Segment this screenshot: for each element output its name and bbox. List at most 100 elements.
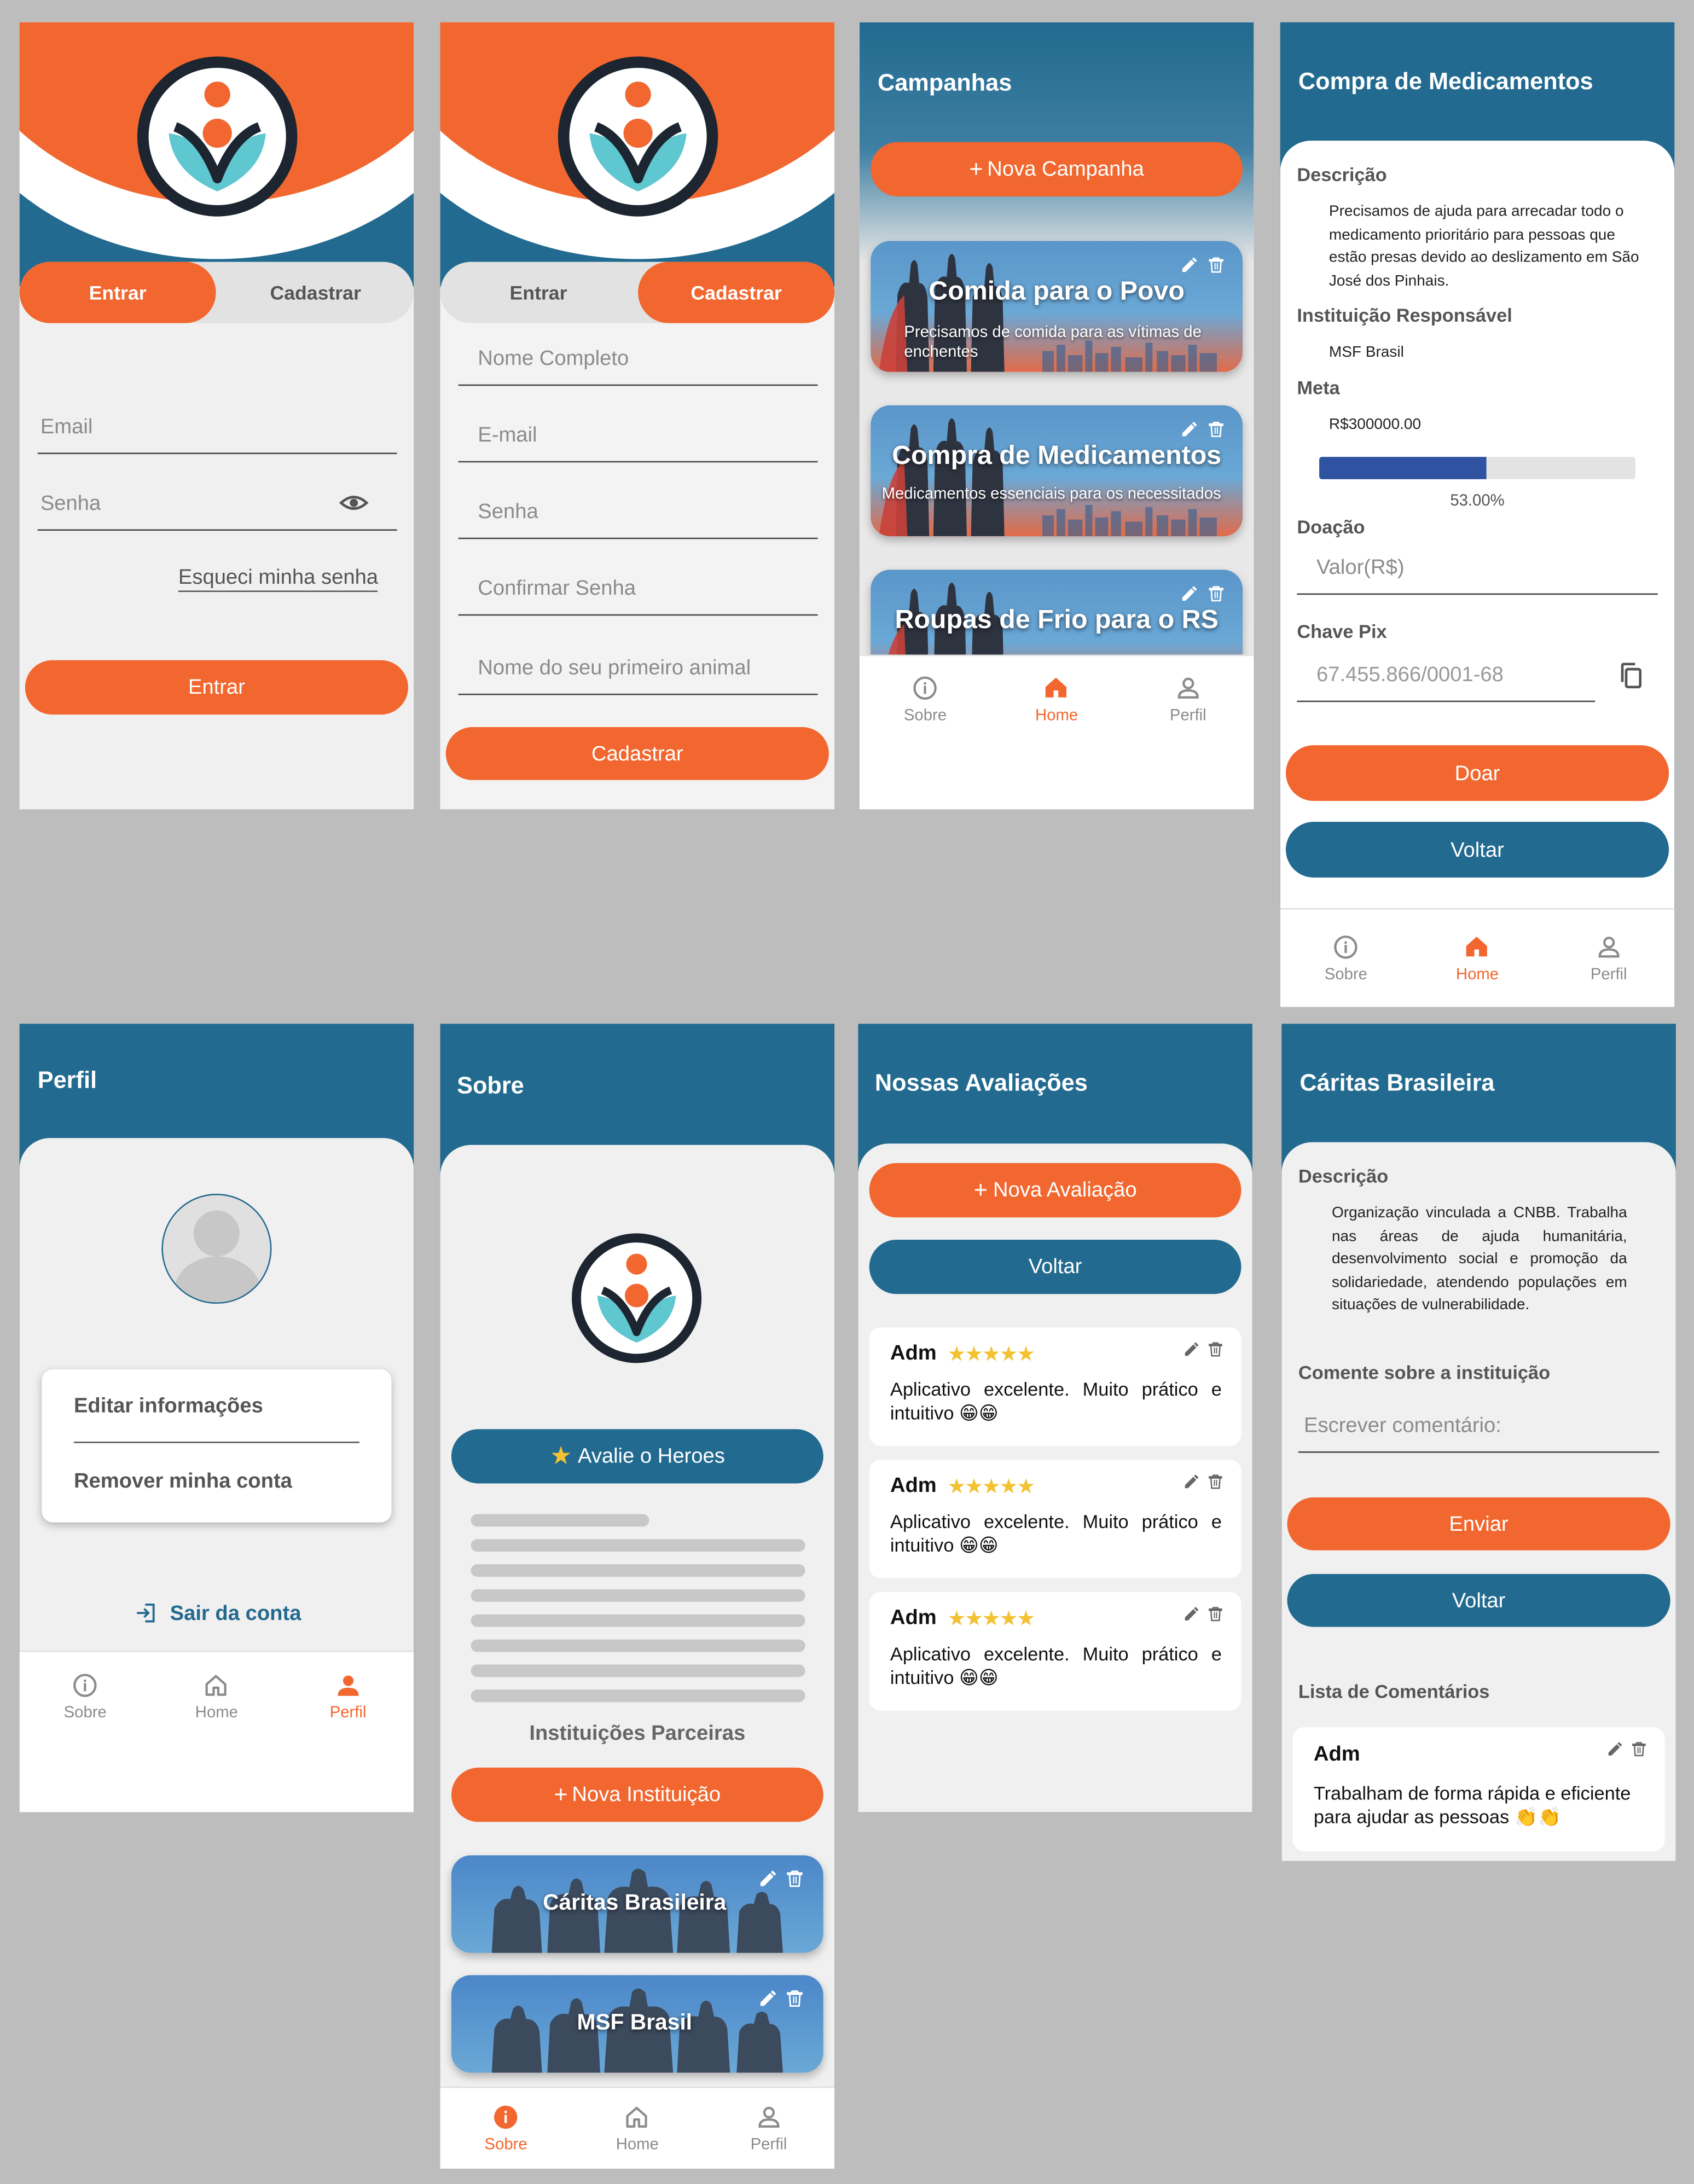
edit-icon[interactable] (758, 1868, 779, 1889)
nav-home-label: Home (1455, 966, 1499, 984)
send-button[interactable]: Enviar (1287, 1497, 1670, 1550)
description-label: Descrição (1297, 164, 1387, 185)
full-name-field[interactable]: Nome Completo (458, 332, 818, 386)
info-icon (492, 2103, 520, 2131)
edit-icon[interactable] (1183, 1472, 1201, 1490)
password-field[interactable]: Senha (458, 485, 818, 539)
remove-account-item[interactable]: Remover minha conta (74, 1469, 292, 1493)
new-review-button[interactable]: + Nova Avaliação (869, 1163, 1242, 1218)
goal-label: Meta (1297, 377, 1340, 399)
institution-card[interactable]: MSF Brasil (451, 1975, 823, 2073)
institution-name: MSF Brasil (577, 2011, 692, 2035)
description-text: Organização vinculada a CNBB. Trabalha n… (1331, 1205, 1627, 1314)
rate-app-button[interactable]: ★ Avalie o Heroes (451, 1429, 823, 1484)
delete-icon[interactable] (1206, 255, 1226, 275)
nav-profile[interactable]: Perfil (703, 2088, 834, 2169)
review-author: Adm (890, 1606, 937, 1630)
nav-profile[interactable]: Perfil (1543, 910, 1674, 1007)
back-button[interactable]: Voltar (869, 1239, 1242, 1294)
nav-home-label: Home (1035, 707, 1078, 724)
nav-about[interactable]: Sobre (20, 1658, 151, 1736)
new-institution-button[interactable]: + Nova Instituição (451, 1767, 823, 1822)
partners-title: Instituições Parceiras (529, 1721, 746, 1746)
plus-icon: + (969, 155, 983, 182)
login-submit-button[interactable]: Entrar (25, 660, 408, 715)
edit-icon[interactable] (758, 1988, 779, 2008)
nav-about[interactable]: Sobre (1280, 910, 1412, 1007)
forgot-password-link[interactable]: Esqueci minha senha (178, 566, 379, 593)
heroes-logo (557, 56, 718, 217)
nav-home[interactable]: Home (572, 2088, 703, 2169)
tab-login[interactable]: Entrar (19, 262, 216, 323)
delete-icon[interactable] (1206, 1605, 1225, 1623)
delete-icon[interactable] (1206, 584, 1226, 603)
security-question-field[interactable]: Nome do seu primeiro animal (458, 638, 818, 695)
page-title: Compra de Medicamentos (1298, 68, 1593, 95)
campaign-card[interactable]: Comida para o Povo Precisamos de comida … (871, 241, 1243, 372)
comment-author: Adm (1313, 1742, 1360, 1767)
delete-icon[interactable] (1206, 1340, 1225, 1358)
avatar[interactable] (161, 1193, 272, 1304)
pix-label: Chave Pix (1297, 621, 1387, 642)
campaign-card[interactable]: Compra de Medicamentos Medicamentos esse… (871, 405, 1243, 537)
nav-home[interactable]: Home (151, 1658, 282, 1736)
email-field[interactable]: Email (37, 393, 397, 454)
page-title: Nossas Avaliações (874, 1070, 1088, 1096)
edit-icon[interactable] (1180, 255, 1199, 275)
register-submit-button[interactable]: Cadastrar (445, 727, 829, 780)
tab-register[interactable]: Cadastrar (638, 262, 835, 323)
edit-icon[interactable] (1183, 1605, 1201, 1623)
pix-field[interactable]: 67.455.866/0001-68 (1297, 652, 1596, 702)
delete-icon[interactable] (1206, 1472, 1225, 1490)
delete-icon[interactable] (1206, 419, 1226, 439)
institution-card[interactable]: Cáritas Brasileira (451, 1855, 823, 1953)
logout-label: Sair da conta (170, 1601, 301, 1625)
edit-icon[interactable] (1180, 584, 1199, 603)
about-screen: Sobre ★ Avalie o Heroes Instituições Par… (440, 1024, 835, 2169)
new-campaign-button[interactable]: + Nova Campanha (871, 142, 1243, 196)
eye-icon[interactable] (339, 487, 369, 518)
nav-profile-label: Perfil (329, 1705, 367, 1722)
nav-profile-label: Perfil (750, 2136, 787, 2154)
logout-icon (134, 1600, 159, 1625)
nav-about[interactable]: Sobre (440, 2088, 572, 2169)
nav-home[interactable]: Home (1412, 910, 1543, 1007)
bottom-nav: Sobre Home Perfil (19, 1651, 414, 1813)
menu-divider (73, 1442, 359, 1443)
comment-field[interactable]: Escrever comentário: (1298, 1401, 1660, 1453)
edit-icon[interactable] (1606, 1740, 1625, 1758)
donation-field[interactable]: Valor(R$) (1297, 544, 1658, 595)
bottom-nav: Sobre Home Perfil (440, 2086, 835, 2169)
delete-icon[interactable] (784, 1868, 805, 1889)
progress-text: 53.00% (1450, 493, 1505, 510)
logout-button[interactable]: Sair da conta (134, 1600, 301, 1625)
page-title: Perfil (37, 1067, 97, 1094)
description-label: Descrição (1298, 1166, 1389, 1187)
nav-profile[interactable]: Perfil (282, 1658, 414, 1736)
delete-icon[interactable] (784, 1988, 805, 2008)
nav-home[interactable]: Home (991, 661, 1122, 736)
nav-about[interactable]: Sobre (860, 661, 991, 736)
donate-button[interactable]: Doar (1285, 745, 1669, 801)
back-button[interactable]: Voltar (1285, 822, 1669, 878)
nav-about-label: Sobre (484, 2136, 527, 2154)
tab-login[interactable]: Entrar (440, 262, 637, 323)
bottom-nav: Sobre Home Perfil (1280, 908, 1675, 1007)
edit-icon[interactable] (1180, 419, 1199, 439)
institution-label: Instituição Responsável (1297, 305, 1512, 326)
institution-screen: Cáritas Brasileira Descrição Organização… (1281, 1024, 1676, 1861)
rating-stars: ★★★★★ (947, 1607, 1035, 1631)
review-card: Adm ★★★★★ Aplicativo excelente. Muito pr… (869, 1592, 1242, 1711)
campaign-title: Comida para o Povo (929, 277, 1185, 307)
confirm-password-field[interactable]: Confirmar Senha (458, 561, 818, 616)
delete-icon[interactable] (1630, 1740, 1648, 1758)
back-button[interactable]: Voltar (1287, 1573, 1670, 1627)
email-field[interactable]: E-mail (458, 408, 818, 463)
info-icon (71, 1671, 99, 1699)
reviews-screen: Nossas Avaliações + Nova Avaliação Volta… (858, 1024, 1252, 1813)
edit-info-item[interactable]: Editar informações (74, 1395, 263, 1418)
nav-profile[interactable]: Perfil (1122, 661, 1254, 736)
copy-icon[interactable] (1616, 660, 1646, 691)
edit-icon[interactable] (1183, 1340, 1201, 1358)
tab-register[interactable]: Cadastrar (217, 262, 414, 323)
